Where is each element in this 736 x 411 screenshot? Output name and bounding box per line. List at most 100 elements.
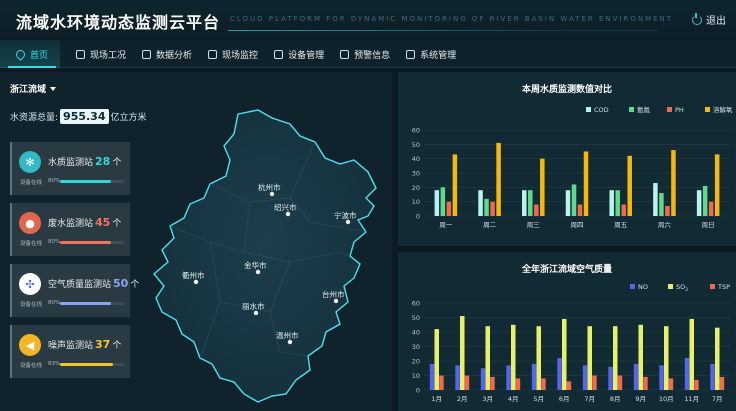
- bar[interactable]: [540, 158, 545, 216]
- nav-item-device-management[interactable]: 设备管理: [258, 40, 324, 68]
- bar[interactable]: [710, 363, 715, 390]
- bar[interactable]: [694, 379, 699, 390]
- legend-label: TSP: [717, 283, 730, 291]
- logout-button[interactable]: 退出: [692, 12, 726, 27]
- bar[interactable]: [565, 190, 571, 216]
- bar[interactable]: [621, 204, 626, 216]
- station-name-row: 噪声监测站 37 个: [48, 338, 121, 351]
- station-name: 废水监测站: [48, 219, 94, 229]
- y-tick-label: 20: [412, 358, 420, 366]
- bar[interactable]: [522, 190, 527, 216]
- bar[interactable]: [484, 198, 489, 216]
- bar[interactable]: [478, 190, 483, 216]
- settings-icon: [406, 49, 416, 59]
- station-progress-fill: [60, 363, 114, 366]
- bar[interactable]: [557, 358, 562, 390]
- bar[interactable]: [536, 326, 542, 390]
- nav-item-site-status[interactable]: 现场工况: [60, 40, 126, 68]
- water-total-label: 水资源总量:: [10, 113, 59, 123]
- legend-label: 溶解氧: [713, 105, 733, 114]
- bar[interactable]: [439, 375, 444, 391]
- bar[interactable]: [708, 201, 714, 216]
- bar[interactable]: [617, 375, 623, 391]
- bar[interactable]: [434, 329, 440, 390]
- bar[interactable]: [715, 327, 720, 390]
- bar[interactable]: [434, 190, 440, 216]
- bar[interactable]: [684, 358, 690, 390]
- bar[interactable]: [485, 326, 491, 390]
- bar[interactable]: [696, 190, 702, 216]
- basin-dropdown[interactable]: 浙江流域: [10, 82, 57, 95]
- station-card-air-quality[interactable]: ✣ 空气质量监测站 50 个 设备在线 80%: [10, 264, 139, 317]
- city-dot[interactable]: [255, 269, 261, 275]
- nav-item-system-management[interactable]: 系统管理: [390, 40, 456, 68]
- bar[interactable]: [702, 185, 708, 216]
- nav-item-home[interactable]: 首页: [0, 40, 61, 68]
- bar[interactable]: [528, 190, 533, 216]
- bar[interactable]: [638, 324, 644, 390]
- bar[interactable]: [566, 381, 572, 390]
- bar[interactable]: [714, 154, 720, 216]
- city-label: 台州市: [322, 289, 345, 299]
- bar[interactable]: [689, 318, 695, 390]
- nav-item-alerts[interactable]: 预警信息: [324, 40, 390, 68]
- bar[interactable]: [480, 368, 486, 390]
- bar[interactable]: [455, 365, 460, 390]
- nav-item-site-monitor[interactable]: 现场监控: [192, 40, 258, 68]
- bar[interactable]: [571, 184, 577, 216]
- bar[interactable]: [653, 183, 658, 216]
- bar[interactable]: [534, 204, 539, 216]
- bar[interactable]: [531, 363, 537, 390]
- bar[interactable]: [659, 365, 664, 390]
- station-card-water-quality[interactable]: ✻ 水质监测站 28 个 设备在线 80%: [10, 142, 130, 195]
- bar[interactable]: [613, 326, 618, 390]
- bar[interactable]: [446, 201, 452, 216]
- station-card-noise[interactable]: ◀ 噪声监测站 37 个 设备在线 83%: [10, 325, 130, 378]
- city-dot[interactable]: [333, 298, 339, 304]
- bar[interactable]: [511, 324, 516, 390]
- city-dot[interactable]: [285, 211, 291, 217]
- bar[interactable]: [671, 150, 676, 216]
- bar[interactable]: [643, 376, 648, 390]
- bar[interactable]: [490, 376, 495, 390]
- bar[interactable]: [464, 375, 470, 391]
- bar[interactable]: [562, 318, 567, 390]
- station-card-wastewater[interactable]: ● 废水监测站 45 个 设备在线 80%: [10, 203, 130, 256]
- city-dot[interactable]: [253, 310, 259, 316]
- bar[interactable]: [633, 363, 639, 390]
- y-tick-label: 50: [412, 314, 420, 322]
- bar[interactable]: [515, 378, 521, 390]
- bar[interactable]: [496, 142, 501, 216]
- city-dot[interactable]: [287, 339, 293, 345]
- bar[interactable]: [440, 187, 446, 216]
- bar[interactable]: [664, 326, 669, 390]
- bar[interactable]: [668, 378, 674, 390]
- bar[interactable]: [609, 190, 614, 216]
- bar[interactable]: [608, 366, 613, 390]
- bar[interactable]: [490, 201, 495, 216]
- alert-icon: [340, 49, 350, 59]
- city-dot[interactable]: [269, 191, 275, 197]
- bar[interactable]: [541, 378, 546, 390]
- bar[interactable]: [582, 365, 588, 390]
- bar[interactable]: [506, 365, 511, 390]
- bar[interactable]: [592, 375, 597, 391]
- city-label: 温州市: [276, 330, 299, 340]
- bar[interactable]: [577, 204, 583, 216]
- nav-item-data-analysis[interactable]: 数据分析: [126, 40, 192, 68]
- bar[interactable]: [429, 363, 435, 390]
- city-label: 衢州市: [182, 270, 205, 280]
- bar[interactable]: [719, 376, 725, 390]
- bar[interactable]: [460, 316, 465, 390]
- bar[interactable]: [452, 154, 458, 216]
- province-map[interactable]: 杭州市 绍兴市 宁波市 衢州市 金华市 台州市 丽水市 温州市: [140, 102, 390, 407]
- bar[interactable]: [587, 326, 593, 390]
- bar[interactable]: [659, 193, 664, 216]
- bar[interactable]: [627, 155, 632, 216]
- city-dot[interactable]: [193, 279, 199, 285]
- city-dot[interactable]: [345, 219, 351, 225]
- bar[interactable]: [615, 190, 620, 216]
- bar[interactable]: [583, 151, 589, 217]
- legend-swatch: [630, 284, 635, 289]
- bar[interactable]: [665, 205, 670, 216]
